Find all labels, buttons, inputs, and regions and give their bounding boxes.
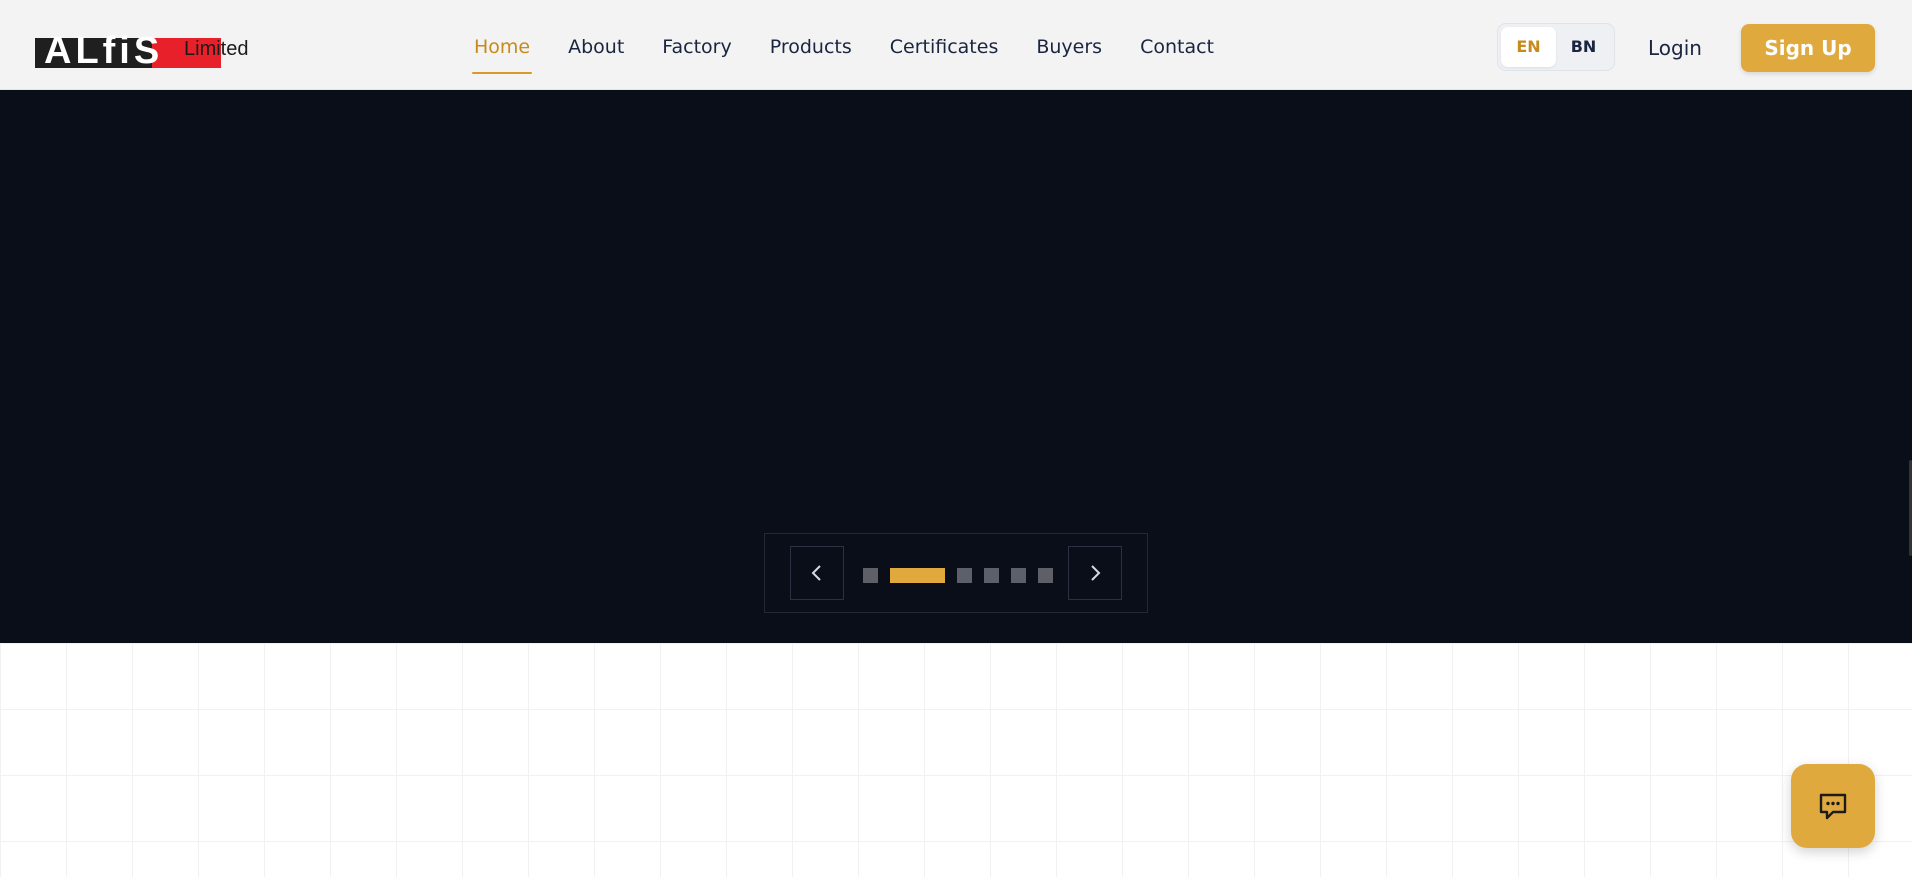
brand-logo[interactable]: ALfiS Limited (34, 24, 248, 72)
hero-slider (0, 90, 1912, 643)
slider-controls (764, 533, 1148, 613)
nav-item-products[interactable]: Products (770, 0, 852, 90)
page: ALfiS Limited Home About Factory Product… (0, 0, 1912, 877)
slider-dot[interactable] (957, 567, 972, 583)
chat-button[interactable] (1791, 764, 1875, 848)
slider-dot[interactable] (1011, 567, 1026, 583)
nav-item-factory[interactable]: Factory (662, 0, 731, 90)
chevron-left-icon (811, 565, 821, 581)
slider-next-button[interactable] (1068, 546, 1122, 600)
content-section (0, 643, 1912, 877)
nav-item-buyers[interactable]: Buyers (1036, 0, 1102, 90)
slider-dot-active[interactable] (890, 567, 945, 583)
logo-letters: ALfiS (44, 30, 164, 72)
nav-item-about[interactable]: About (568, 0, 624, 90)
chevron-right-icon (1091, 565, 1101, 581)
nav-item-home[interactable]: Home (471, 0, 533, 90)
signup-button[interactable]: Sign Up (1741, 24, 1875, 72)
logo-mark: ALfiS (34, 24, 221, 72)
slider-prev-button[interactable] (790, 546, 844, 600)
slider-dots (863, 567, 1065, 583)
lang-en-button[interactable]: EN (1501, 27, 1556, 67)
language-switcher: EN BN (1497, 23, 1615, 71)
nav-item-contact[interactable]: Contact (1140, 0, 1214, 90)
login-link[interactable]: Login (1648, 28, 1702, 68)
nav-item-certificates[interactable]: Certificates (890, 0, 999, 90)
main-nav: Home About Factory Products Certificates… (471, 0, 1252, 90)
chat-bubble-icon (1819, 793, 1847, 820)
lang-bn-button[interactable]: BN (1556, 27, 1611, 67)
slider-dot[interactable] (984, 567, 999, 583)
logo-suffix: Limited (184, 38, 249, 60)
slider-dot[interactable] (863, 567, 878, 583)
slider-dot[interactable] (1038, 567, 1053, 583)
site-header: ALfiS Limited Home About Factory Product… (0, 0, 1912, 90)
